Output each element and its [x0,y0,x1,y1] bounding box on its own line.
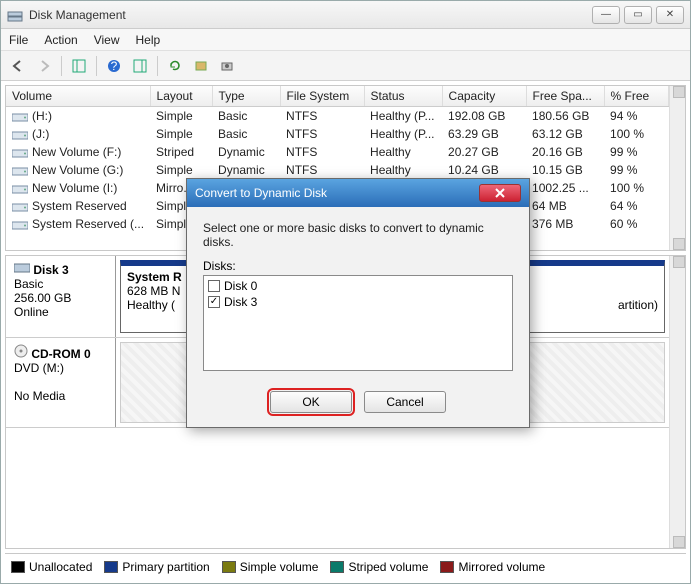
col-free[interactable]: Free Spa... [526,86,604,107]
disc-icon [14,347,28,361]
help-button[interactable]: ? [103,55,125,77]
legend-unallocated: Unallocated [29,560,92,574]
cancel-button[interactable]: Cancel [364,391,446,413]
menu-help[interactable]: Help [136,33,161,47]
legend-swatch-primary [104,561,118,573]
col-pct[interactable]: % Free [604,86,668,107]
drive-icon [12,147,28,159]
forward-button[interactable] [33,55,55,77]
maximize-button[interactable]: ▭ [624,6,652,24]
ok-button[interactable]: OK [270,391,352,413]
rescan-disks-button[interactable] [190,55,212,77]
legend-swatch-unallocated [11,561,25,573]
table-row[interactable]: New Volume (F:)StripedDynamicNTFSHealthy… [6,143,669,161]
checkbox[interactable]: ✓ [208,296,220,308]
legend-primary: Primary partition [122,560,209,574]
dialog-titlebar[interactable]: Convert to Dynamic Disk [187,179,529,207]
toolbar: ? [1,51,690,81]
disk-scrollbar[interactable] [669,256,685,548]
partition-name: System R [127,270,183,284]
settings-button[interactable] [216,55,238,77]
table-row[interactable]: (J:)SimpleBasicNTFSHealthy (P...63.29 GB… [6,125,669,143]
close-icon [495,188,505,198]
partition-size: 628 MB N [127,284,183,298]
drive-icon [12,219,28,231]
drive-icon [12,165,28,177]
legend-striped: Striped volume [348,560,428,574]
close-button[interactable]: ✕ [656,6,684,24]
checkbox[interactable] [208,280,220,292]
partition-system-reserved[interactable]: System R 628 MB N Healthy ( [120,260,190,333]
list-item[interactable]: ✓ Disk 3 [208,294,508,310]
svg-text:?: ? [111,59,118,73]
cdrom-type: DVD (M:) [14,361,64,375]
col-capacity[interactable]: Capacity [442,86,526,107]
refresh-button[interactable] [164,55,186,77]
table-row[interactable]: (H:)SimpleBasicNTFSHealthy (P...192.08 G… [6,107,669,126]
drive-icon [12,129,28,141]
list-item-label: Disk 0 [224,279,257,293]
disks-label: Disks: [203,259,513,273]
col-fs[interactable]: File System [280,86,364,107]
col-volume[interactable]: Volume [6,86,150,107]
app-icon [7,7,23,23]
convert-to-dynamic-disk-dialog: Convert to Dynamic Disk Select one or mo… [186,178,530,428]
drive-icon [12,201,28,213]
col-type[interactable]: Type [212,86,280,107]
cdrom-header: CD-ROM 0 DVD (M:) No Media [6,338,116,427]
drive-icon [12,111,28,123]
list-item-label: Disk 3 [224,295,257,309]
disk-state: Online [14,305,49,319]
drive-icon [12,183,28,195]
col-status[interactable]: Status [364,86,442,107]
legend-swatch-striped [330,561,344,573]
titlebar[interactable]: Disk Management — ▭ ✕ [1,1,690,29]
disk-type: Basic [14,277,43,291]
table-scrollbar[interactable] [669,86,685,250]
table-row[interactable]: New Volume (G:)SimpleDynamicNTFSHealthy1… [6,161,669,179]
menu-view[interactable]: View [94,33,120,47]
legend-simple: Simple volume [240,560,319,574]
menu-file[interactable]: File [9,33,28,47]
minimize-button[interactable]: — [592,6,620,24]
action-pane-button[interactable] [129,55,151,77]
list-item[interactable]: Disk 0 [208,278,508,294]
disk-icon [14,263,30,277]
dialog-close-button[interactable] [479,184,521,202]
back-button[interactable] [7,55,29,77]
menu-action[interactable]: Action [44,33,77,47]
disks-listbox[interactable]: Disk 0 ✓ Disk 3 [203,275,513,371]
cdrom-name: CD-ROM 0 [31,347,90,361]
legend-swatch-mirrored [440,561,454,573]
disk-size: 256.00 GB [14,291,71,305]
show-hide-console-tree-button[interactable] [68,55,90,77]
disk-header: Disk 3 Basic 256.00 GB Online [6,256,116,337]
window-buttons: — ▭ ✕ [592,6,684,24]
disk-name: Disk 3 [33,263,68,277]
legend-swatch-simple [222,561,236,573]
menubar: File Action View Help [1,29,690,51]
dialog-title: Convert to Dynamic Disk [195,186,479,200]
legend: Unallocated Primary partition Simple vol… [5,553,686,579]
col-layout[interactable]: Layout [150,86,212,107]
partition-status: Healthy ( [127,298,183,312]
cdrom-state: No Media [14,389,65,403]
dialog-instruction: Select one or more basic disks to conver… [203,221,513,249]
legend-mirrored: Mirrored volume [458,560,545,574]
window-title: Disk Management [29,8,592,22]
